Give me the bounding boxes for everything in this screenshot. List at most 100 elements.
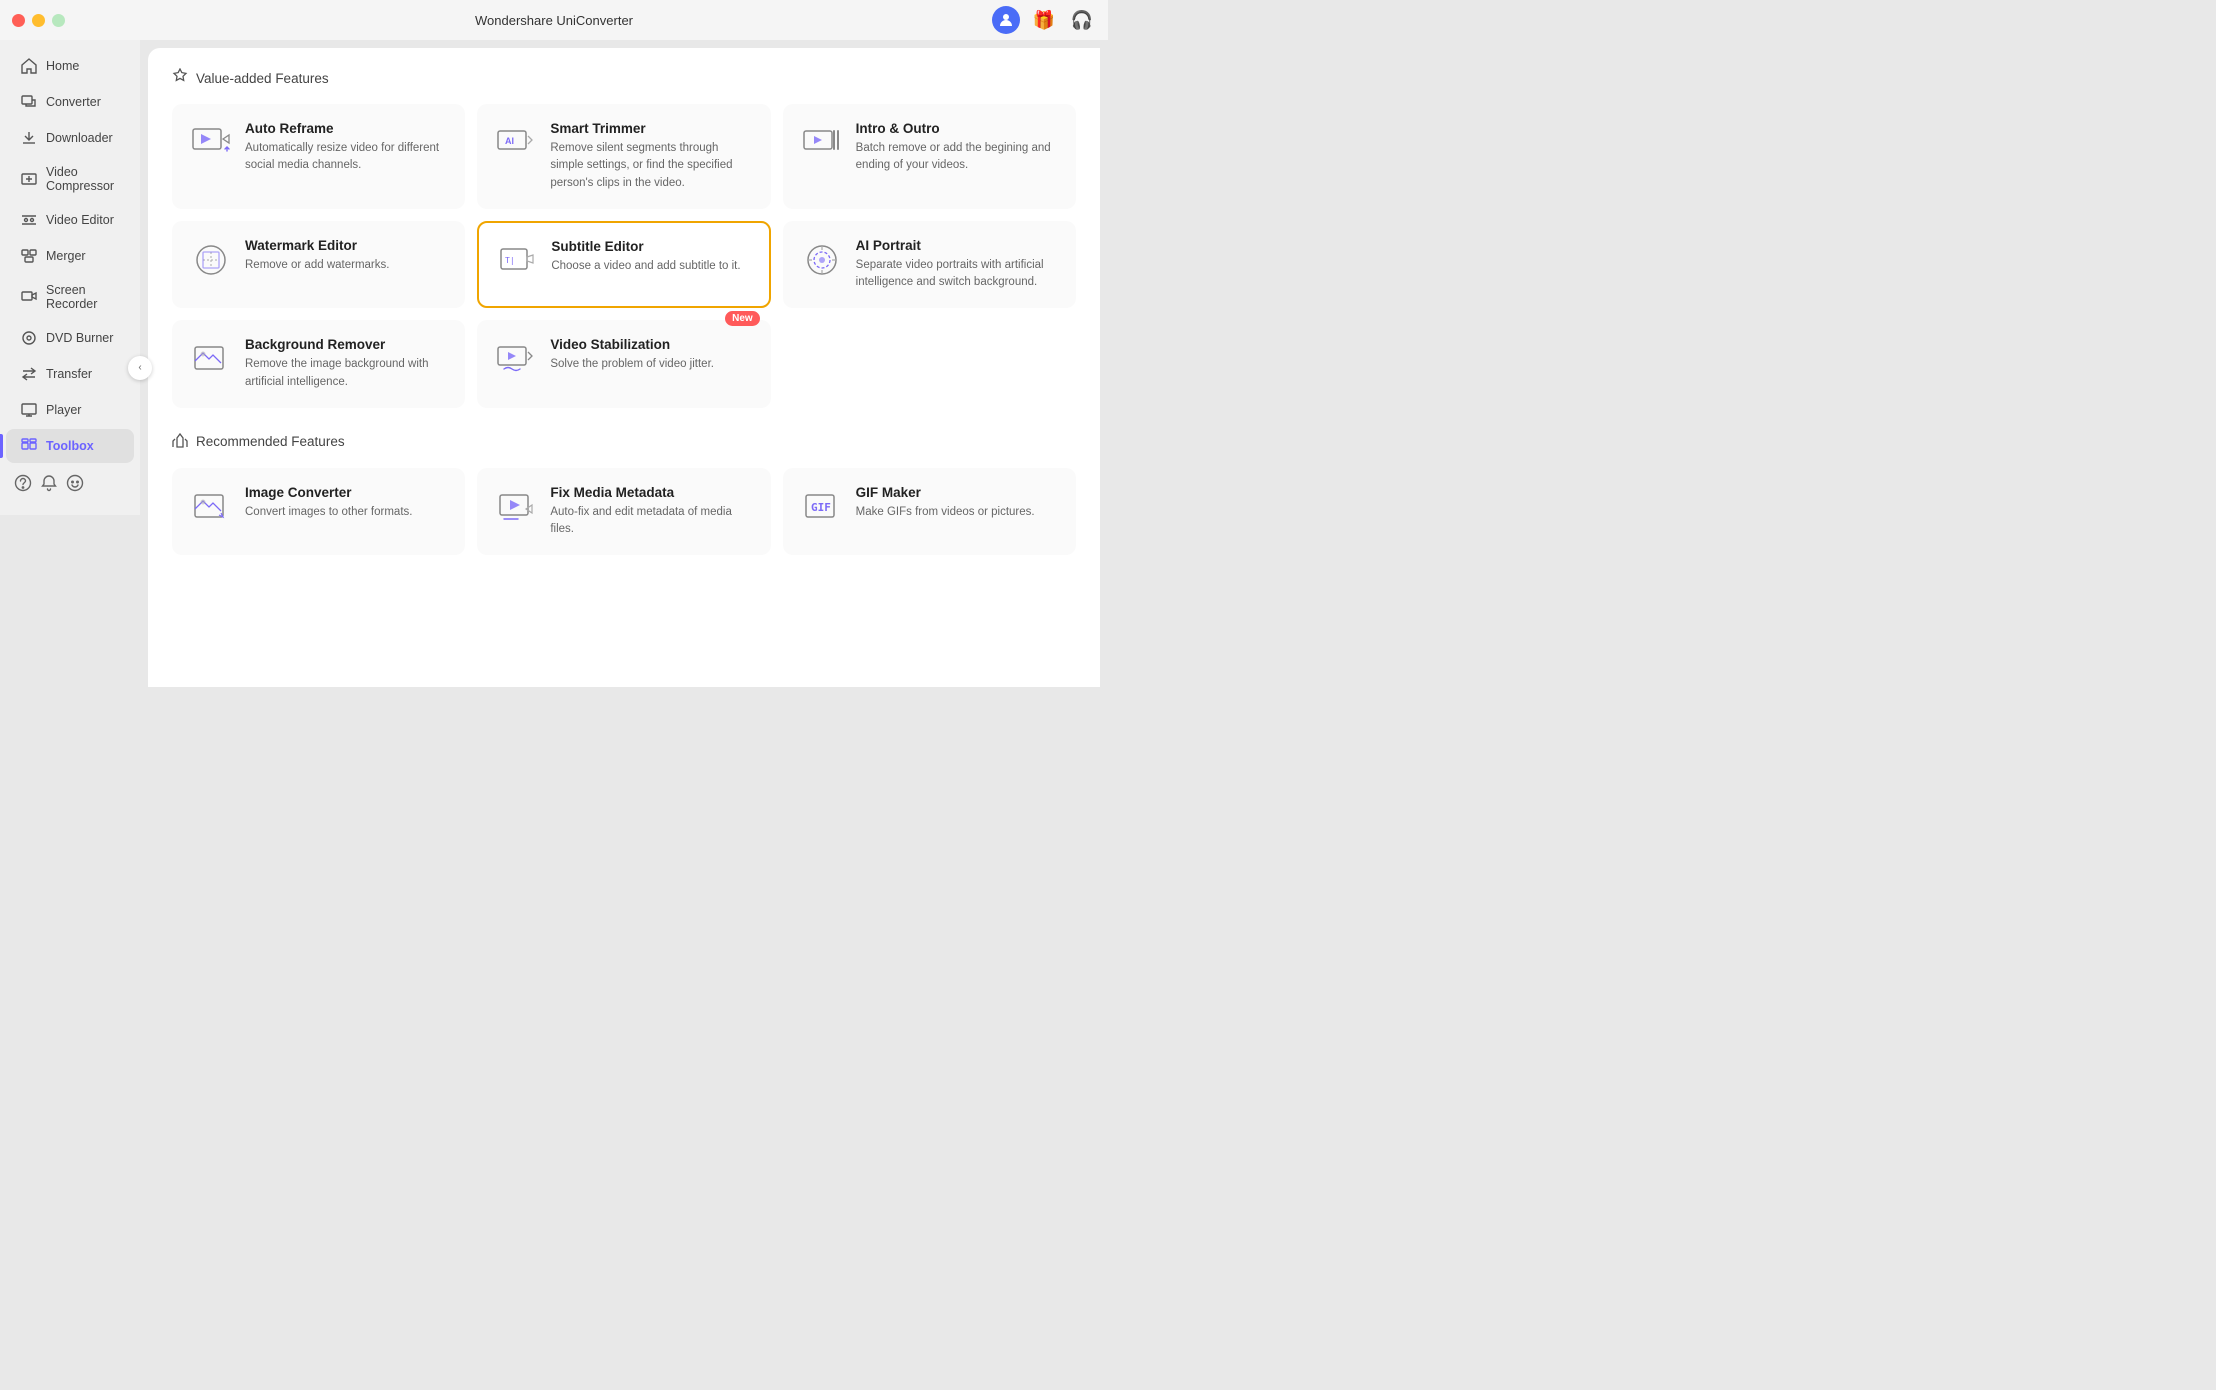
user-icon[interactable] [992,6,1020,34]
feature-header-auto-reframe: Auto Reframe Automatically resize video … [189,121,448,175]
background-remover-icon-wrap [189,337,233,381]
smart-trimmer-title: Smart Trimmer [550,121,753,136]
ai-portrait-desc: Separate video portraits with artificial… [856,257,1059,292]
support-icon[interactable]: 🎧 [1068,6,1096,34]
maximize-button[interactable] [52,14,65,27]
feature-card-subtitle-editor[interactable]: T| Subtitle Editor Choose a video and ad… [477,221,770,309]
sidebar-item-transfer[interactable]: Transfer [6,357,134,391]
feature-card-watermark-editor[interactable]: Watermark Editor Remove or add watermark… [172,221,465,309]
gift-icon[interactable]: 🎁 [1030,6,1058,34]
watermark-text: Watermark Editor Remove or add watermark… [245,238,389,274]
sidebar-label-video-editor: Video Editor [46,213,114,227]
subtitle-title: Subtitle Editor [551,239,740,254]
toolbox-icon [20,437,38,455]
feature-card-gif-maker[interactable]: GIF GIF Maker Make GIFs from videos or p… [783,468,1076,556]
recommended-section-header: Recommended Features [172,432,1076,452]
sidebar-label-dvd-burner: DVD Burner [46,331,113,345]
auto-reframe-title: Auto Reframe [245,121,448,136]
sidebar: Home Converter Downloa [0,40,140,515]
player-icon [20,401,38,419]
sidebar-item-downloader[interactable]: Downloader [6,121,134,155]
help-icon[interactable] [14,474,32,497]
value-added-label: Value-added Features [196,71,329,86]
downloader-icon [20,129,38,147]
sidebar-item-video-compressor[interactable]: Video Compressor [6,157,134,201]
feature-card-intro-outro[interactable]: Intro & Outro Batch remove or add the be… [783,104,1076,209]
bg-remover-title: Background Remover [245,337,448,352]
feature-card-ai-portrait[interactable]: AI Portrait Separate video portraits wit… [783,221,1076,309]
svg-text:T|: T| [505,256,515,265]
feature-card-video-stabilization[interactable]: New Video Stabilization Solve the proble… [477,320,770,408]
close-button[interactable] [12,14,25,27]
fix-media-metadata-icon-wrap [494,485,538,529]
feature-header-subtitle: T| Subtitle Editor Choose a video and ad… [495,239,752,283]
intro-outro-title: Intro & Outro [856,121,1059,136]
title-bar: Wondershare UniConverter 🎁 🎧 [0,0,1108,40]
ai-portrait-icon-wrap [800,238,844,282]
sidebar-item-home[interactable]: Home [6,49,134,83]
video-stab-title: Video Stabilization [550,337,714,352]
video-stab-desc: Solve the problem of video jitter. [550,356,714,373]
ai-portrait-title: AI Portrait [856,238,1059,253]
metadata-desc: Auto-fix and edit metadata of media file… [550,504,753,539]
sidebar-item-dvd-burner[interactable]: DVD Burner [6,321,134,355]
svg-text:GIF: GIF [811,501,831,514]
sidebar-collapse-button[interactable]: ‹ [128,356,152,380]
editor-icon [20,211,38,229]
feature-card-auto-reframe[interactable]: Auto Reframe Automatically resize video … [172,104,465,209]
feedback-icon[interactable] [66,474,84,497]
merger-icon [20,247,38,265]
sidebar-item-merger[interactable]: Merger [6,239,134,273]
sidebar-item-video-editor[interactable]: Video Editor [6,203,134,237]
app-body: Home Converter Downloa [0,40,1108,695]
window-controls[interactable] [12,14,65,27]
transfer-icon [20,365,38,383]
gif-maker-title: GIF Maker [856,485,1035,500]
sidebar-label-transfer: Transfer [46,367,92,381]
watermark-desc: Remove or add watermarks. [245,257,389,274]
footer-icons [0,464,140,507]
compressor-icon [20,170,38,188]
feature-card-fix-media-metadata[interactable]: Fix Media Metadata Auto-fix and edit met… [477,468,770,556]
sidebar-wrapper: Home Converter Downloa [0,40,140,695]
feature-header-video-stab: Video Stabilization Solve the problem of… [494,337,753,381]
minimize-button[interactable] [32,14,45,27]
svg-text:AI: AI [505,136,514,146]
sidebar-label-video-compressor: Video Compressor [46,165,120,193]
feature-header-smart-trimmer: AI Smart Trimmer Remove silent segments … [494,121,753,192]
image-converter-desc: Convert images to other formats. [245,504,412,521]
sidebar-label-converter: Converter [46,95,101,109]
sidebar-label-home: Home [46,59,79,73]
sidebar-label-downloader: Downloader [46,131,113,145]
sidebar-item-screen-recorder[interactable]: Screen Recorder [6,275,134,319]
metadata-title: Fix Media Metadata [550,485,753,500]
bg-remover-text: Background Remover Remove the image back… [245,337,448,391]
metadata-text: Fix Media Metadata Auto-fix and edit met… [550,485,753,539]
value-added-features-grid: Auto Reframe Automatically resize video … [172,104,1076,408]
auto-reframe-icon-wrap [189,121,233,165]
feature-header-gif-maker: GIF GIF Maker Make GIFs from videos or p… [800,485,1059,529]
smart-trimmer-icon-wrap: AI [494,121,538,165]
main-content: Value-added Features Auto Ref [148,48,1100,687]
smart-trimmer-desc: Remove silent segments through simple se… [550,140,753,192]
window-title: Wondershare UniConverter [475,13,633,28]
recorder-icon [20,288,38,306]
subtitle-text: Subtitle Editor Choose a video and add s… [551,239,740,275]
notification-icon[interactable] [40,474,58,497]
intro-outro-text: Intro & Outro Batch remove or add the be… [856,121,1059,175]
sidebar-item-toolbox[interactable]: Toolbox [6,429,134,463]
sidebar-label-merger: Merger [46,249,86,263]
feature-card-smart-trimmer[interactable]: AI Smart Trimmer Remove silent segments … [477,104,770,209]
feature-header-watermark: Watermark Editor Remove or add watermark… [189,238,448,282]
watermark-editor-icon-wrap [189,238,233,282]
sidebar-item-converter[interactable]: Converter [6,85,134,119]
recommended-features-grid: Image Converter Convert images to other … [172,468,1076,556]
feature-card-image-converter[interactable]: Image Converter Convert images to other … [172,468,465,556]
subtitle-desc: Choose a video and add subtitle to it. [551,258,740,275]
watermark-title: Watermark Editor [245,238,389,253]
recommended-label: Recommended Features [196,434,345,449]
sidebar-item-player[interactable]: Player [6,393,134,427]
image-converter-text: Image Converter Convert images to other … [245,485,412,521]
auto-reframe-desc: Automatically resize video for different… [245,140,448,175]
feature-card-background-remover[interactable]: Background Remover Remove the image back… [172,320,465,408]
